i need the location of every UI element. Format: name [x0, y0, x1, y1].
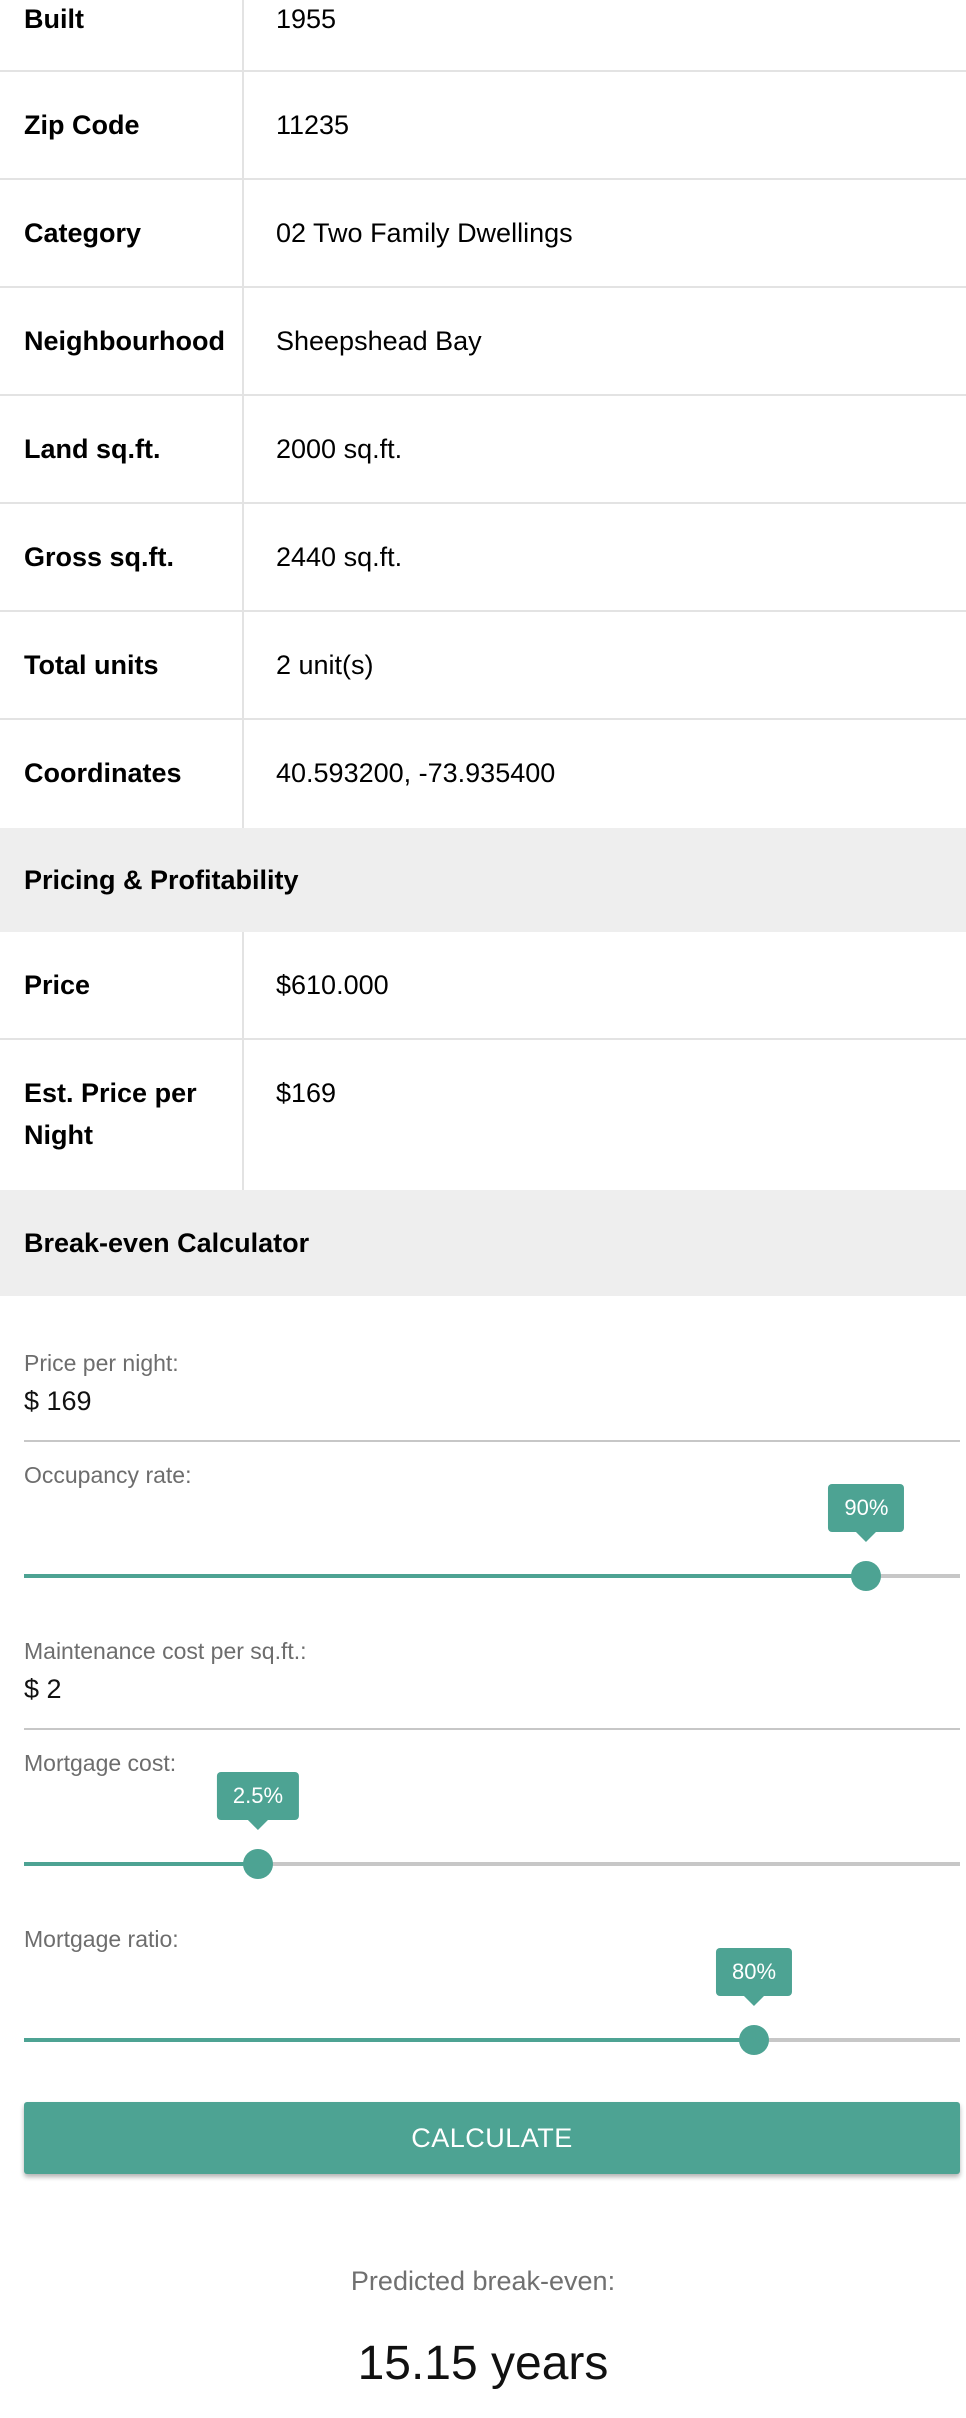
row-value: $169: [276, 1078, 337, 1108]
occupancy-rate-label: Occupancy rate:: [24, 1462, 192, 1488]
row-label: Zip Code: [24, 110, 140, 140]
slider-value-bubble: 2.5%: [216, 1772, 300, 1830]
row-label: Total units: [24, 650, 159, 680]
maintenance-cost-value: $ 2: [24, 1674, 62, 1704]
row-value: 2000 sq.ft.: [276, 434, 403, 464]
row-label: Est. Price per Night: [24, 1078, 197, 1150]
occupancy-rate-slider[interactable]: 90%: [24, 1484, 960, 1606]
row-est-price-per-night: Est. Price per Night $169: [0, 1040, 966, 1190]
maintenance-cost-input[interactable]: $ 2: [24, 1670, 960, 1730]
row-total-units: Total units 2 unit(s): [0, 612, 966, 720]
slider-value-bubble: 90%: [828, 1484, 905, 1542]
price-per-night-value: $ 169: [24, 1386, 92, 1416]
calculate-button[interactable]: Calculate: [24, 2102, 960, 2174]
break-even-label: Predicted break-even:: [350, 2266, 616, 2296]
row-value: 11235: [276, 110, 350, 140]
row-label: Coordinates: [24, 758, 182, 788]
slider-value-bubble: 80%: [716, 1948, 793, 2006]
row-category: Category 02 Two Family Dwellings: [0, 180, 966, 288]
row-built: Built 1955: [0, 0, 966, 72]
slider-fill: [24, 2038, 755, 2042]
row-value: 1955: [276, 4, 337, 34]
row-label: Neighbourhood: [24, 326, 225, 356]
slider-thumb[interactable]: [851, 1561, 882, 1591]
row-label: Price: [24, 970, 91, 1000]
row-gross-sqft: Gross sq.ft. 2440 sq.ft.: [0, 504, 966, 612]
slider-thumb[interactable]: [243, 1849, 273, 1879]
row-label: Gross sq.ft.: [24, 542, 175, 572]
section-title: Break-even Calculator: [24, 1228, 310, 1258]
slider-fill: [24, 1862, 258, 1866]
row-land-sqft: Land sq.ft. 2000 sq.ft.: [0, 396, 966, 504]
row-value: Sheepshead Bay: [276, 326, 482, 356]
row-value: 40.593200, -73.935400: [276, 758, 556, 788]
row-value: 2440 sq.ft.: [276, 542, 403, 572]
price-per-night-input[interactable]: $ 169: [24, 1382, 960, 1442]
row-label: Category: [24, 218, 142, 248]
row-label: Built: [24, 4, 84, 34]
mortgage-ratio-slider[interactable]: 80%: [24, 1948, 960, 2070]
section-header-pricing: Pricing & Profitability: [0, 828, 966, 932]
mortgage-cost-label: Mortgage cost:: [24, 1750, 177, 1776]
row-value: $610.000: [276, 970, 389, 1000]
row-coordinates: Coordinates 40.593200, -73.935400: [0, 720, 966, 828]
mortgage-ratio-label: Mortgage ratio:: [24, 1926, 179, 1952]
section-header-break-even: Break-even Calculator: [0, 1190, 966, 1296]
break-even-value: 15.15 years: [357, 2337, 609, 2390]
slider-thumb[interactable]: [739, 2025, 770, 2055]
section-title: Pricing & Profitability: [24, 865, 299, 895]
row-value: 02 Two Family Dwellings: [276, 218, 573, 248]
row-price: Price $610.000: [0, 932, 966, 1040]
maintenance-cost-label: Maintenance cost per sq.ft.:: [24, 1638, 307, 1664]
row-value: 2 unit(s): [276, 650, 374, 680]
row-label: Land sq.ft.: [24, 434, 161, 464]
mortgage-cost-slider[interactable]: 2.5%: [24, 1772, 960, 1894]
row-neighbourhood: Neighbourhood Sheepshead Bay: [0, 288, 966, 396]
price-per-night-label: Price per night:: [24, 1350, 179, 1376]
row-zip-code: Zip Code 11235: [0, 72, 966, 180]
slider-fill: [24, 1574, 867, 1578]
